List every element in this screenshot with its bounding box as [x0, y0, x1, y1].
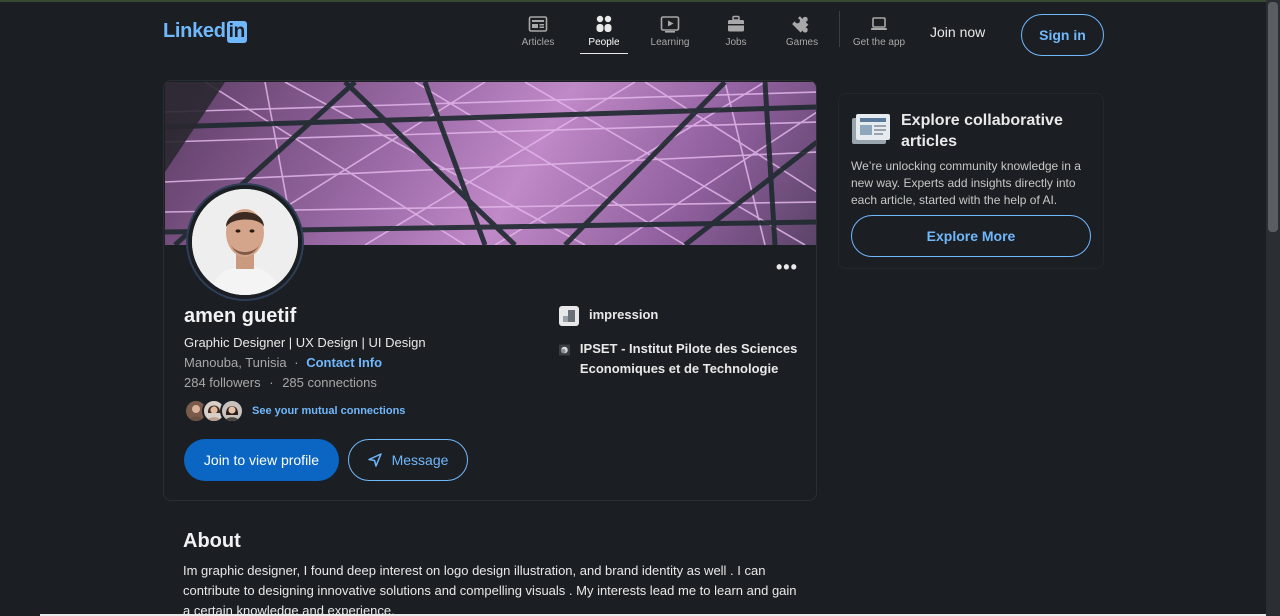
- company-logo-icon: [559, 306, 579, 326]
- explore-articles-card: Explore collaborative articles We’re unl…: [838, 93, 1104, 269]
- sign-in-button[interactable]: Sign in: [1021, 14, 1104, 56]
- experience-name: impression: [589, 307, 659, 322]
- message-button[interactable]: Message: [348, 439, 468, 481]
- top-nav-bar: Linked in Articles People Learning Jobs G…: [0, 2, 1266, 62]
- nav-label: Get the app: [852, 37, 906, 48]
- games-icon: [792, 16, 809, 33]
- nav-divider: [839, 11, 840, 47]
- profile-photo: [192, 189, 298, 295]
- page-scrollbar[interactable]: [1266, 0, 1280, 616]
- education-name: IPSET - Institut Pilote des Sciences Eco…: [579, 341, 798, 376]
- nav-label: Jobs: [725, 37, 747, 48]
- profile-location-row: Manouba, Tunisia · Contact Info: [184, 355, 382, 370]
- logo-in-badge: in: [226, 20, 247, 43]
- explore-more-button[interactable]: Explore More: [851, 215, 1091, 257]
- contact-info-link[interactable]: Contact Info: [306, 355, 382, 370]
- nav-get-the-app[interactable]: Get the app: [846, 2, 912, 54]
- join-to-view-profile-button[interactable]: Join to view profile: [184, 439, 339, 481]
- people-icon: [596, 15, 612, 32]
- about-heading: About: [183, 530, 241, 552]
- message-label: Message: [391, 452, 449, 468]
- profile-avatar[interactable]: [188, 185, 302, 299]
- about-text: Im graphic designer, I found deep intere…: [183, 563, 797, 616]
- profile-stats: 284 followers · 285 connections: [184, 375, 377, 390]
- nav-label: Articles: [521, 37, 555, 48]
- nav-jobs[interactable]: Jobs: [703, 2, 769, 54]
- followers-count: 284 followers: [184, 375, 261, 390]
- articles-icon: [528, 16, 548, 32]
- articles-illustration-icon: [852, 114, 890, 144]
- profile-name: amen guetif: [184, 305, 297, 327]
- nav-people[interactable]: People: [571, 2, 637, 54]
- separator-dot: ·: [294, 355, 299, 370]
- profile-location: Manouba, Tunisia: [184, 355, 287, 370]
- profile-card: ••• amen guetif Graphic Designer | UX De…: [163, 80, 817, 501]
- mutual-connections-link[interactable]: See your mutual connections: [252, 405, 405, 417]
- learning-icon: [660, 16, 680, 33]
- education-item[interactable]: IPSET - Institut Pilote des Sciences Eco…: [559, 339, 809, 379]
- jobs-icon: [728, 15, 744, 32]
- nav-label: Games: [785, 37, 819, 48]
- mutual-avatar: [220, 399, 244, 423]
- school-logo-icon: [559, 344, 570, 356]
- nav-articles[interactable]: Articles: [505, 2, 571, 54]
- mutual-connections[interactable]: See your mutual connections: [184, 399, 405, 423]
- separator-dot: ·: [269, 375, 274, 390]
- explore-articles-text: We’re unlocking community knowledge in a…: [851, 159, 1081, 207]
- scrollbar-thumb[interactable]: [1268, 2, 1278, 232]
- join-now-link[interactable]: Join now: [930, 24, 985, 40]
- explore-articles-title: Explore collaborative articles: [901, 112, 1063, 150]
- laptop-icon: [871, 17, 887, 30]
- profile-headline: Graphic Designer | UX Design | UI Design: [184, 335, 426, 350]
- logo-text: Linked: [163, 20, 226, 42]
- experience-item[interactable]: impression: [559, 305, 658, 326]
- linkedin-logo[interactable]: Linked in: [163, 20, 247, 43]
- send-icon: [367, 453, 382, 467]
- main-nav: Articles People Learning Jobs Games Get …: [505, 2, 912, 62]
- nav-label: Learning: [650, 37, 690, 48]
- nav-learning[interactable]: Learning: [637, 2, 703, 54]
- nav-label: People: [588, 37, 620, 48]
- more-options-icon[interactable]: •••: [776, 257, 798, 278]
- nav-games[interactable]: Games: [769, 2, 835, 54]
- connections-count: 285 connections: [282, 375, 377, 390]
